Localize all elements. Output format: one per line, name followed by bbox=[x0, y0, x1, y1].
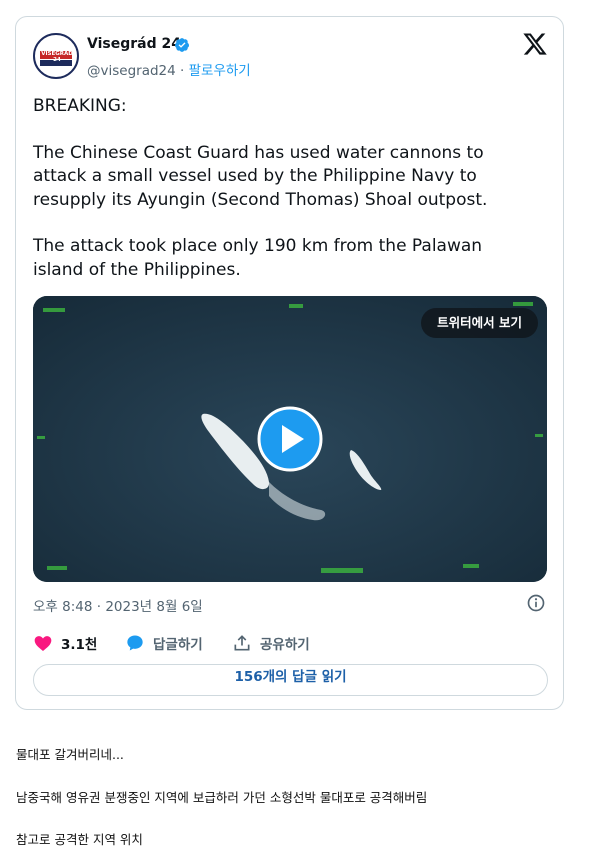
tweet-actions: 3.1천 답글하기 공유하기 bbox=[33, 631, 548, 655]
share-label: 공유하기 bbox=[260, 637, 310, 653]
x-logo-icon[interactable] bbox=[522, 31, 548, 57]
read-replies-button[interactable]: 156개의 답글 읽기 bbox=[33, 664, 548, 696]
handle-line: @visegrad24 · 팔로우하기 bbox=[87, 59, 251, 79]
verified-badge-icon bbox=[175, 38, 190, 52]
video-thumbnail[interactable]: 트위터에서 보기 bbox=[33, 296, 547, 582]
watch-on-x-button[interactable]: 트위터에서 보기 bbox=[421, 308, 538, 338]
post-body-line: 남중국해 영유권 분쟁중인 지역에 보급하러 가던 소형선박 물대포로 공격해버… bbox=[16, 790, 428, 805]
handle-separator: · bbox=[180, 63, 185, 79]
post-body-line: 물대포 갈겨버리네... bbox=[16, 747, 124, 762]
display-name[interactable]: Visegrád 24 bbox=[87, 36, 181, 52]
tweet-paragraph: The attack took place only 190 km from t… bbox=[33, 236, 483, 280]
like-button[interactable]: 3.1천 bbox=[33, 631, 97, 655]
tweet-paragraph: The Chinese Coast Guard has used water c… bbox=[33, 142, 488, 210]
share-icon bbox=[234, 635, 250, 651]
embedded-tweet-card: VISEGRAD 24 Visegrád 24 @visegrad24 · 팔로… bbox=[15, 16, 564, 710]
tweet-text: BREAKING: The Chinese Coast Guard has us… bbox=[33, 95, 533, 305]
reply-button[interactable]: 답글하기 bbox=[125, 631, 203, 655]
like-count: 3.1천 bbox=[61, 637, 98, 653]
handle[interactable]: @visegrad24 bbox=[87, 63, 176, 79]
info-icon[interactable] bbox=[526, 593, 546, 613]
follow-link[interactable]: 팔로우하기 bbox=[189, 63, 251, 79]
avatar-logo-text: VISEGRAD 24 bbox=[41, 51, 73, 63]
tweet-paragraph: BREAKING: bbox=[33, 96, 127, 116]
avatar[interactable]: VISEGRAD 24 bbox=[33, 33, 79, 79]
reply-bubble-icon bbox=[127, 635, 143, 651]
tweet-timestamp[interactable]: 오후 8:48 · 2023년 8월 6일 bbox=[33, 595, 203, 615]
post-body-line: 참고로 공격한 지역 위치 bbox=[16, 832, 143, 847]
reply-label: 답글하기 bbox=[153, 637, 203, 653]
share-button[interactable]: 공유하기 bbox=[232, 631, 310, 655]
play-icon[interactable] bbox=[257, 406, 323, 472]
heart-icon bbox=[34, 636, 52, 651]
